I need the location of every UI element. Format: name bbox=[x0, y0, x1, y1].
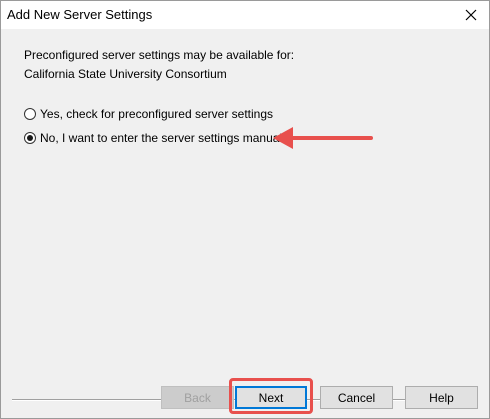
window-title: Add New Server Settings bbox=[7, 7, 153, 22]
title-bar: Add New Server Settings bbox=[1, 1, 489, 29]
radio-label-check-preconfigured: Yes, check for preconfigured server sett… bbox=[40, 107, 274, 121]
dialog-content: Preconfigured server settings may be ava… bbox=[1, 29, 489, 418]
description-line-2: California State University Consortium bbox=[24, 67, 227, 81]
radio-button-selected[interactable] bbox=[24, 132, 36, 144]
help-button[interactable]: Help bbox=[405, 386, 478, 409]
radio-button-unselected[interactable] bbox=[24, 108, 36, 120]
close-icon bbox=[465, 9, 477, 21]
description-line-1: Preconfigured server settings may be ava… bbox=[24, 48, 295, 62]
close-button[interactable] bbox=[453, 1, 489, 29]
radio-option-enter-manually[interactable]: No, I want to enter the server settings … bbox=[24, 130, 291, 146]
annotation-arrow-icon bbox=[273, 127, 373, 149]
radio-option-check-preconfigured[interactable]: Yes, check for preconfigured server sett… bbox=[24, 106, 273, 122]
radio-selected-dot bbox=[27, 135, 33, 141]
cancel-button[interactable]: Cancel bbox=[320, 386, 393, 409]
next-button[interactable]: Next bbox=[235, 386, 307, 409]
radio-label-enter-manually: No, I want to enter the server settings … bbox=[40, 131, 291, 145]
back-button[interactable]: Back bbox=[161, 386, 234, 409]
add-new-server-settings-dialog: Add New Server Settings Preconfigured se… bbox=[0, 0, 490, 419]
